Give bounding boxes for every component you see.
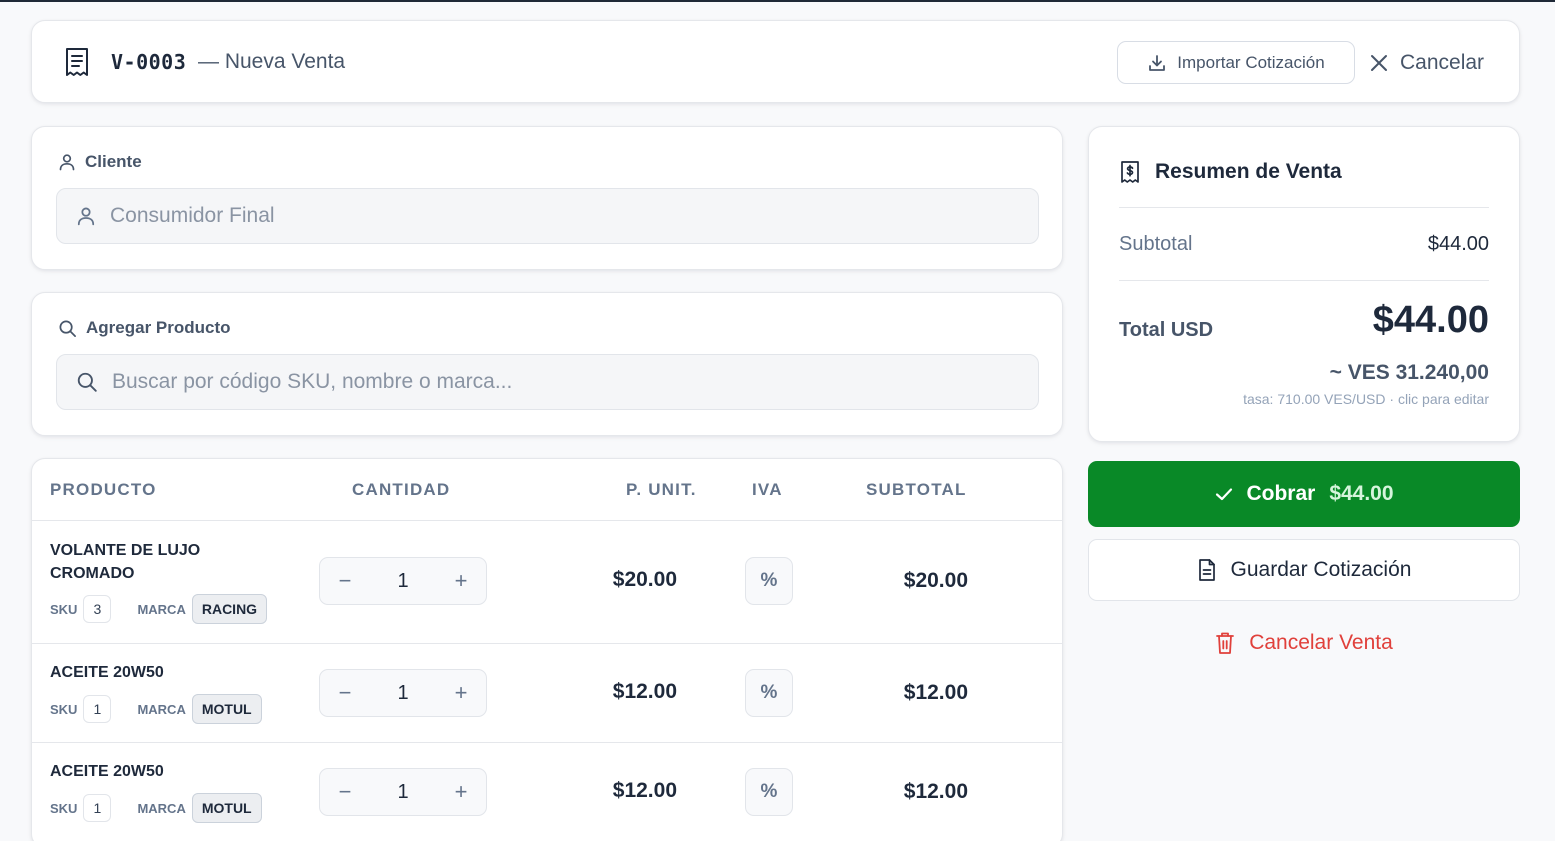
row-subtotal: $12.00 [903,780,968,803]
quantity-stepper: − 1 + [319,669,487,717]
column-header-quantity: CANTIDAD [352,480,451,499]
product-name: ACEITE 20W50 [50,763,164,780]
add-product-section: Agregar Producto Buscar por código SKU, … [31,292,1063,436]
quantity-value[interactable]: 1 [370,670,436,716]
summary-divider [1119,280,1489,281]
add-product-label: Agregar Producto [58,318,231,338]
row-subtotal: $20.00 [903,569,968,592]
client-section: Cliente Consumidor Final [31,126,1063,270]
sku-label: SKU [50,701,78,717]
decrement-button[interactable]: − [320,558,370,604]
unit-price: $20.00 [612,568,677,591]
brand-label: MARCA [137,601,186,617]
table-row: ACEITE 20W50 SKU 1 MARCA MOTUL − 1 + $12… [32,644,1062,743]
sale-code: V-0003 [111,50,187,74]
charge-amount: $44.00 [1329,482,1394,505]
product-meta: SKU 1 MARCA MOTUL [50,694,262,724]
total-label: Total USD [1119,319,1214,341]
quantity-stepper: − 1 + [319,768,487,816]
product-search-placeholder: Buscar por código SKU, nombre o marca... [112,370,513,393]
summary-divider [1119,207,1489,208]
unit-price: $12.00 [612,779,677,802]
quantity-stepper: − 1 + [319,557,487,605]
product-meta: SKU 1 MARCA MOTUL [50,793,262,823]
sku-value: 1 [83,695,112,723]
total-value: $44.00 [1372,299,1489,341]
import-quote-button[interactable]: Importar Cotización [1117,41,1355,84]
save-quote-label: Guardar Cotización [1230,558,1412,581]
cancel-label: Cancelar [1400,50,1485,74]
check-icon [1214,484,1234,504]
brand-badge: MOTUL [191,793,262,823]
iva-toggle-button[interactable]: % [745,557,793,605]
column-header-unit-price: P. UNIT. [626,480,697,499]
product-name: ACEITE 20W50 [50,664,164,681]
product-meta: SKU 3 MARCA RACING [50,594,268,624]
column-header-product: PRODUCTO [50,480,157,499]
sale-header: V-0003 — Nueva Venta Importar Cotización… [31,20,1520,103]
brand-badge: RACING [191,594,268,624]
column-header-subtotal: SUBTOTAL [866,480,967,499]
ves-total: ~ VES 31.240,00 [1329,361,1489,384]
increment-button[interactable]: + [436,670,486,716]
column-header-iva: IVA [752,480,783,499]
sale-summary: Resumen de Venta Subtotal $44.00 Total U… [1088,126,1520,442]
client-section-label: Cliente [58,152,142,172]
download-icon [1147,53,1167,73]
invoice-dollar-icon [1119,160,1141,184]
quantity-value[interactable]: 1 [370,558,436,604]
sale-subtitle: — Nueva Venta [198,50,346,73]
quantity-value[interactable]: 1 [370,769,436,815]
increment-button[interactable]: + [436,769,486,815]
save-quote-button[interactable]: Guardar Cotización [1088,539,1520,601]
sku-label: SKU [50,800,78,816]
sku-value: 1 [83,794,112,822]
cart-table: PRODUCTO CANTIDAD P. UNIT. IVA SUBTOTAL … [31,458,1063,841]
trash-icon [1215,631,1235,655]
subtotal-value: $44.00 [1427,233,1489,255]
decrement-button[interactable]: − [320,769,370,815]
table-row: ACEITE 20W50 SKU 1 MARCA MOTUL − 1 + $12… [32,743,1062,841]
cancel-sale-button[interactable]: Cancelar Venta [1088,620,1520,666]
brand-label: MARCA [137,701,186,717]
increment-button[interactable]: + [436,558,486,604]
sku-value: 3 [83,595,112,623]
decrement-button[interactable]: − [320,670,370,716]
subtotal-label: Subtotal [1119,233,1193,255]
brand-badge: MOTUL [191,694,262,724]
cancel-button[interactable]: Cancelar [1370,41,1495,84]
row-subtotal: $12.00 [903,681,968,704]
brand-label: MARCA [137,800,186,816]
search-icon [76,371,98,393]
document-icon [1197,558,1217,582]
table-header: PRODUCTO CANTIDAD P. UNIT. IVA SUBTOTAL [32,459,1062,521]
charge-label: Cobrar [1246,482,1316,505]
close-icon [1370,54,1388,72]
charge-button[interactable]: Cobrar $44.00 [1088,461,1520,527]
exchange-rate-note[interactable]: tasa: 710.00 VES/USD · clic para editar [1243,391,1489,407]
product-search-input[interactable]: Buscar por código SKU, nombre o marca... [56,354,1039,410]
table-row: VOLANTE DE LUJO CROMADO SKU 3 MARCA RACI… [32,521,1062,644]
client-value: Consumidor Final [110,204,275,227]
unit-price: $12.00 [612,680,677,703]
search-icon [58,319,77,338]
client-field[interactable]: Consumidor Final [56,188,1039,244]
iva-toggle-button[interactable]: % [745,768,793,816]
user-icon [76,206,96,226]
receipt-icon [64,47,90,77]
iva-toggle-button[interactable]: % [745,669,793,717]
sku-label: SKU [50,601,78,617]
product-name: VOLANTE DE LUJO CROMADO [50,542,201,582]
cancel-sale-label: Cancelar Venta [1249,631,1393,654]
import-quote-label: Importar Cotización [1177,52,1325,72]
user-icon [58,153,76,171]
summary-title: Resumen de Venta [1119,160,1342,184]
